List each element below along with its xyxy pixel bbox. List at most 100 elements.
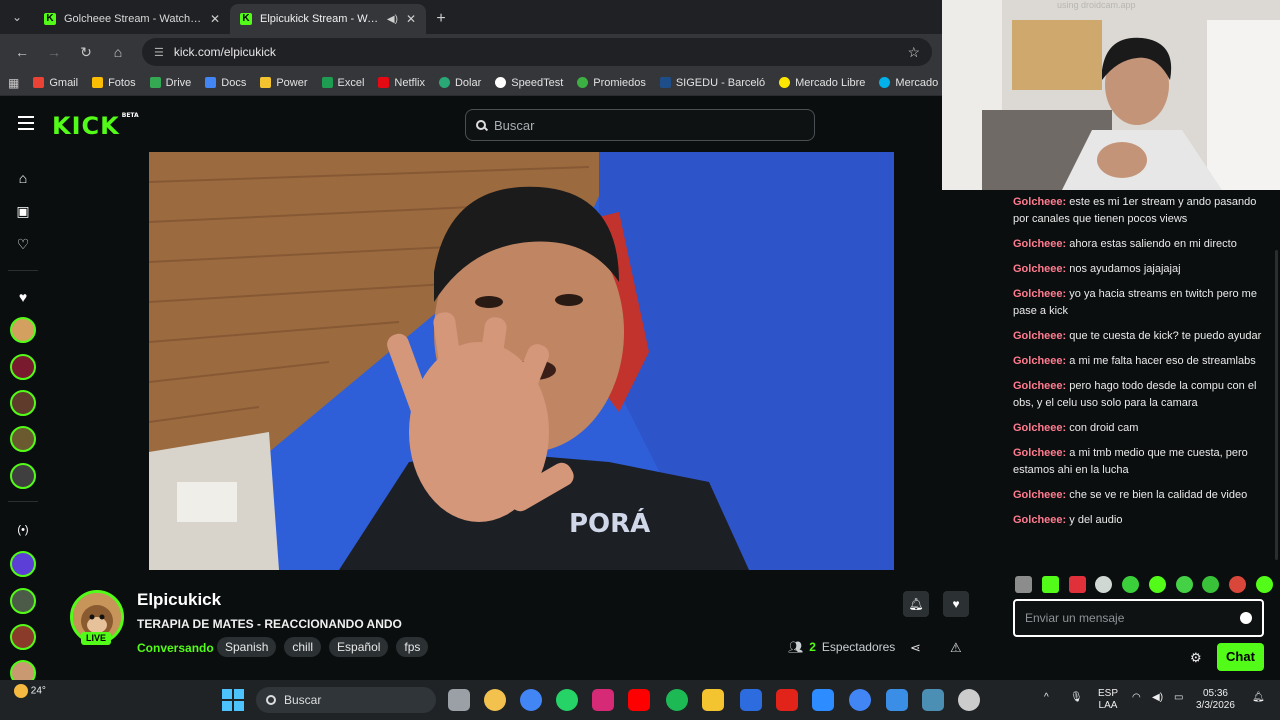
clock[interactable]: 05:36 3/3/2026 bbox=[1196, 688, 1235, 712]
chat-username[interactable]: Golcheee bbox=[1013, 489, 1063, 501]
bookmark-fotos[interactable]: Fotos bbox=[92, 77, 136, 89]
language-indicator[interactable]: ESP LAA bbox=[1098, 688, 1118, 712]
channel-name[interactable]: Elpicukick bbox=[137, 590, 221, 610]
bookmark-power[interactable]: Power bbox=[260, 77, 308, 89]
bookmark-sigedu[interactable]: SIGEDU - Barceló bbox=[659, 77, 765, 89]
chrome-icon[interactable] bbox=[520, 689, 542, 711]
chat-username[interactable]: Golcheee bbox=[1013, 380, 1063, 392]
obs-icon[interactable] bbox=[958, 689, 980, 711]
store-icon[interactable] bbox=[886, 689, 908, 711]
followed-channel-avatar[interactable] bbox=[10, 317, 36, 343]
tab-elpicukick[interactable]: K Elpicukick Stream - Watch L ◀) ✕ bbox=[230, 4, 426, 34]
speaker-icon[interactable]: ◀) bbox=[387, 14, 398, 25]
recommended-channel-avatar[interactable] bbox=[10, 551, 36, 577]
url-field[interactable]: ☰ kick.com/elpicukick ☆ bbox=[142, 38, 932, 66]
followed-channel-avatar[interactable] bbox=[10, 463, 36, 489]
category-link[interactable]: Conversando bbox=[137, 641, 214, 655]
new-tab-button[interactable]: + bbox=[426, 4, 456, 34]
tag-espanol[interactable]: Español bbox=[329, 637, 389, 657]
apps-grid-icon[interactable]: ▦ bbox=[8, 76, 19, 90]
tag-fps[interactable]: fps bbox=[396, 637, 429, 657]
weather-widget[interactable]: 24° bbox=[14, 684, 46, 698]
bookmark-gmail[interactable]: Gmail bbox=[33, 77, 78, 89]
microphone-icon[interactable]: 🎙︎ bbox=[1070, 692, 1083, 704]
wifi-icon[interactable]: ◠ bbox=[1132, 692, 1141, 704]
search-input[interactable]: Buscar bbox=[465, 109, 815, 141]
widgets-icon[interactable] bbox=[484, 689, 506, 711]
following-heart-icon[interactable]: ♡ bbox=[11, 232, 35, 256]
spotify-icon[interactable] bbox=[666, 689, 688, 711]
tag-spanish[interactable]: Spanish bbox=[217, 637, 277, 657]
home-icon[interactable]: ⌂ bbox=[104, 38, 132, 66]
video-player[interactable]: PORÁ bbox=[46, 152, 997, 570]
close-tab-icon[interactable]: ✕ bbox=[210, 12, 220, 26]
close-tab-icon[interactable]: ✕ bbox=[406, 12, 416, 26]
emote-icon[interactable] bbox=[1122, 576, 1140, 593]
chat-username[interactable]: Golcheee bbox=[1013, 447, 1063, 459]
report-warning-icon[interactable]: ⚠ bbox=[950, 640, 962, 656]
stream-video[interactable]: PORÁ bbox=[149, 152, 894, 570]
notification-bell-button[interactable]: 🔔︎ bbox=[903, 591, 929, 617]
browse-icon[interactable]: ▣ bbox=[11, 199, 35, 223]
chat-username[interactable]: Golcheee bbox=[1013, 330, 1063, 342]
whatsapp-icon[interactable] bbox=[556, 689, 578, 711]
chat-username[interactable]: Golcheee bbox=[1013, 288, 1063, 300]
chat-scrollbar[interactable] bbox=[1275, 250, 1278, 560]
tab-search-icon[interactable]: ⌄ bbox=[0, 0, 34, 34]
recommended-channel-avatar[interactable] bbox=[10, 624, 36, 650]
emote-icon[interactable] bbox=[1229, 576, 1247, 593]
bookmark-drive[interactable]: Drive bbox=[149, 77, 191, 89]
emote-icon[interactable] bbox=[1095, 576, 1113, 593]
emote-icon[interactable] bbox=[1175, 576, 1193, 593]
youtube-icon[interactable] bbox=[628, 689, 650, 711]
emote-icon[interactable] bbox=[1015, 576, 1032, 593]
followed-channel-avatar[interactable] bbox=[10, 390, 36, 416]
app-icon[interactable] bbox=[922, 689, 944, 711]
emote-icon[interactable] bbox=[1068, 576, 1086, 593]
bookmark-dolar[interactable]: Dolar bbox=[438, 77, 481, 89]
volume-icon[interactable]: ◀) bbox=[1152, 692, 1163, 704]
menu-icon[interactable] bbox=[18, 116, 34, 130]
home-icon[interactable]: ⌂ bbox=[11, 166, 35, 190]
task-view-icon[interactable] bbox=[448, 689, 470, 711]
kick-logo[interactable]: KICK BETA bbox=[52, 112, 139, 140]
taskbar-search[interactable]: Buscar bbox=[256, 687, 436, 713]
bookmark-mercadolibre[interactable]: Mercado Libre bbox=[779, 77, 865, 89]
zoom-icon[interactable] bbox=[812, 689, 834, 711]
bookmark-promiedos[interactable]: Promiedos bbox=[577, 77, 646, 89]
share-icon[interactable]: ⋖ bbox=[910, 640, 921, 656]
send-chat-button[interactable]: Chat bbox=[1217, 643, 1264, 671]
reload-icon[interactable]: ↻ bbox=[72, 38, 100, 66]
emote-icon[interactable] bbox=[1041, 576, 1059, 593]
back-arrow-icon[interactable]: ← bbox=[8, 38, 36, 66]
chat-message-input[interactable]: Enviar un mensaje bbox=[1013, 599, 1264, 637]
emote-icon[interactable] bbox=[1202, 576, 1220, 593]
tab-golcheee[interactable]: K Golcheee Stream - Watch Live o ✕ bbox=[34, 4, 230, 34]
instagram-icon[interactable] bbox=[592, 689, 614, 711]
chat-username[interactable]: Golcheee bbox=[1013, 355, 1063, 367]
emote-icon[interactable] bbox=[1255, 576, 1273, 593]
site-info-icon[interactable]: ☰ bbox=[154, 46, 164, 59]
follow-button[interactable]: ♥ bbox=[943, 591, 969, 617]
notifications-icon[interactable]: 🔔︎ bbox=[1252, 692, 1265, 704]
battery-icon[interactable]: ▭ bbox=[1174, 692, 1183, 704]
recommended-channel-avatar[interactable] bbox=[10, 588, 36, 614]
chat-username[interactable]: Golcheee bbox=[1013, 263, 1063, 275]
chrome-icon[interactable] bbox=[849, 689, 871, 711]
app-icon[interactable] bbox=[740, 689, 762, 711]
tag-chill[interactable]: chill bbox=[284, 637, 322, 657]
emote-icon[interactable] bbox=[1148, 576, 1166, 593]
bookmark-star-icon[interactable]: ☆ bbox=[907, 44, 920, 61]
bookmark-netflix[interactable]: Netflix bbox=[378, 77, 425, 89]
chat-username[interactable]: Golcheee bbox=[1013, 514, 1063, 526]
bookmark-speedtest[interactable]: SpeedTest bbox=[495, 77, 563, 89]
chat-username[interactable]: Golcheee bbox=[1013, 238, 1063, 250]
bookmark-docs[interactable]: Docs bbox=[205, 77, 246, 89]
forward-arrow-icon[interactable]: → bbox=[40, 38, 68, 66]
bookmark-excel[interactable]: Excel bbox=[321, 77, 364, 89]
file-explorer-icon[interactable] bbox=[702, 689, 724, 711]
followed-channel-avatar[interactable] bbox=[10, 426, 36, 452]
acrobat-icon[interactable] bbox=[776, 689, 798, 711]
chat-settings-gear-icon[interactable]: ⚙ bbox=[1190, 650, 1202, 666]
tray-overflow-icon[interactable]: ^ bbox=[1044, 692, 1049, 704]
